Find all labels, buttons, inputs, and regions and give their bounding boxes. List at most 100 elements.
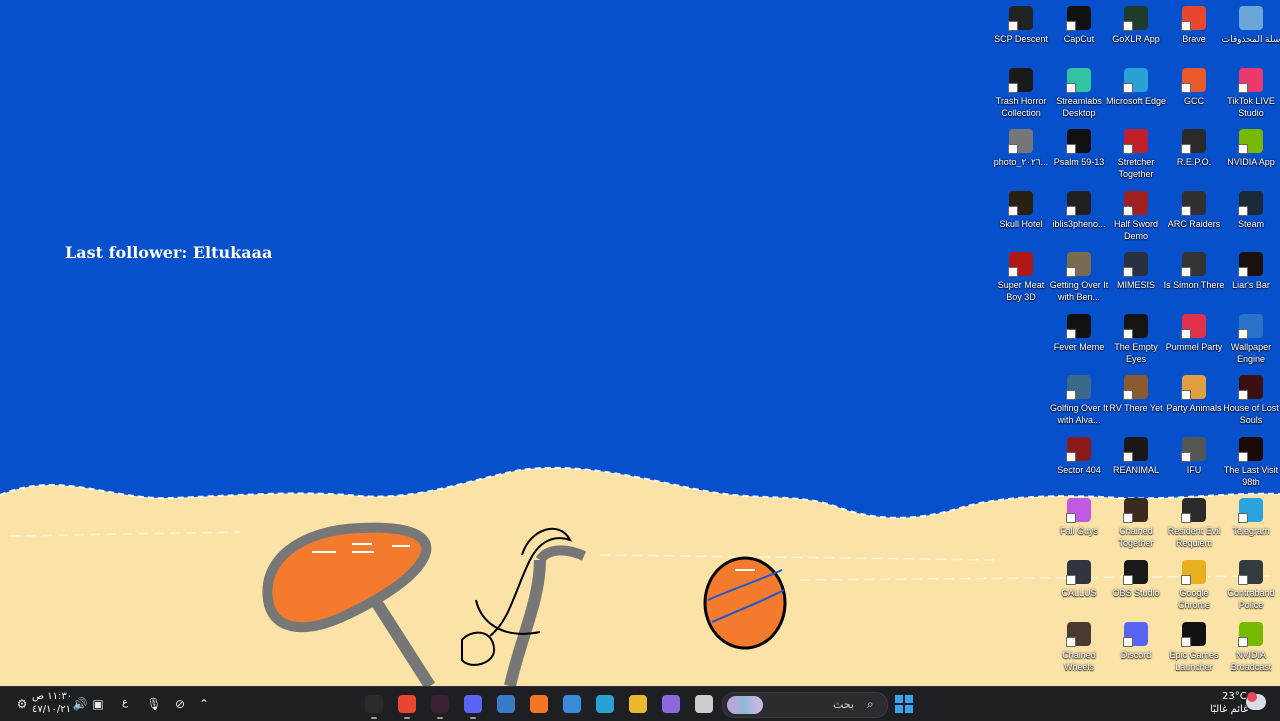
desktop-icon[interactable]: Streamlabs Desktop (1050, 64, 1108, 124)
desktop-icon[interactable]: GoXLR App (1107, 2, 1165, 62)
tiktok-live-icon (1238, 68, 1263, 93)
desktop-icon[interactable]: Contraband Police (1222, 556, 1280, 616)
desktop-icon-label: Telegram (1232, 526, 1270, 536)
desktop-icon-label: House of Lost Souls (1223, 403, 1279, 425)
desktop-icon[interactable]: NVIDIA App (1222, 125, 1280, 185)
brave-taskbar-icon (398, 695, 416, 713)
desktop-icon[interactable]: Half Sword Demo (1107, 187, 1165, 247)
desktop-icon-label: Discord (1120, 650, 1152, 660)
pummel-party-icon (1181, 314, 1206, 339)
taskbar-app-button[interactable] (626, 692, 650, 716)
taskbar-app-button[interactable] (362, 692, 386, 719)
desktop-icon-label: Half Sword Demo (1113, 219, 1158, 241)
microphone-icon[interactable]: 🎙 (146, 696, 162, 712)
desktop-icon[interactable]: REANIMAL (1107, 433, 1165, 493)
desktop-icon[interactable]: Chained Together (1107, 494, 1165, 554)
desktop-icon-label: Is Simon There (1163, 280, 1225, 290)
desktop-icon-label: IFU (1186, 465, 1202, 475)
clock-time[interactable]: ١١:٣٠ ص (32, 691, 72, 702)
network-icon[interactable]: ▣ (90, 696, 106, 712)
desktop-icon[interactable]: Trash Horror Collection (992, 64, 1050, 124)
desktop-icon-label: RV There Yet (1109, 403, 1163, 413)
desktop-icon[interactable]: CapCut (1050, 2, 1108, 62)
desktop-icon[interactable]: Skull Hotel (992, 187, 1050, 247)
is-simon-there-icon (1181, 252, 1206, 277)
taskbar-app-button[interactable] (593, 692, 617, 716)
desktop-icon[interactable]: House of Lost Souls (1222, 371, 1280, 431)
desktop-icon[interactable]: R.E.P.O. (1165, 125, 1223, 185)
taskbar-app-button[interactable] (461, 692, 485, 719)
desktop-icon[interactable]: Super Meat Boy 3D (992, 248, 1050, 308)
desktop-icon[interactable]: Stretcher Together (1107, 125, 1165, 185)
desktop-icon[interactable]: Fever Meme (1050, 310, 1108, 370)
taskbar-app-button[interactable] (527, 692, 551, 716)
start-button[interactable] (892, 692, 916, 716)
clock-date[interactable]: ٤٧/١٠/٢١ (32, 704, 71, 715)
callus-icon (1066, 560, 1091, 585)
desktop-icon[interactable]: Is Simon There (1163, 248, 1225, 308)
desktop-icon[interactable]: Pummel Party (1165, 310, 1223, 370)
desktop-icon[interactable]: Party Animals (1165, 371, 1223, 431)
taskbar-app-button[interactable] (692, 692, 716, 716)
party-animals-icon (1181, 375, 1206, 400)
resident-evil-icon (1181, 498, 1206, 523)
skull-hotel-icon (1008, 191, 1033, 216)
taskbar-app-button[interactable] (494, 692, 518, 716)
language-indicator[interactable]: ع (122, 697, 128, 708)
desktop-icon-label: Contraband Police (1227, 588, 1275, 610)
desktop-icon[interactable]: Wallpaper Engine (1222, 310, 1280, 370)
desktop-icon[interactable]: Psalm 59-13 (1050, 125, 1108, 185)
desktop-icon[interactable]: Epic Games Launcher (1165, 618, 1223, 678)
desktop-icon[interactable]: RV There Yet (1107, 371, 1165, 431)
desktop-icon[interactable]: OBS Studio (1107, 556, 1165, 616)
desktop-icon[interactable]: The Last Visit 98th (1222, 433, 1280, 493)
weather-description[interactable]: غائم غالبًا (1210, 704, 1248, 715)
desktop-icon-grid: سلة المحذوفات Brave GoXLR App CapCut SCP Des… (0, 0, 1280, 686)
desktop-icon-label: Epic Games Launcher (1169, 650, 1219, 672)
desktop-icon[interactable]: photo_٢٠٢٦... (992, 125, 1050, 185)
desktop-icon[interactable]: IFU (1165, 433, 1223, 493)
settings-icon[interactable]: ⚙ (14, 696, 30, 712)
desktop-icon[interactable]: NVIDIA Broadcast (1222, 618, 1280, 678)
desktop-icon[interactable]: CALLUS (1050, 556, 1108, 616)
desktop-icon-label: Golfing Over It with Alva... (1049, 403, 1109, 425)
desktop-icon[interactable]: Chained Wheels (1050, 618, 1108, 678)
desktop-icon[interactable]: Telegram (1222, 494, 1280, 554)
taskbar-app-button[interactable] (659, 692, 683, 716)
desktop-icon[interactable]: MIMESIS (1107, 248, 1165, 308)
desktop-icon[interactable]: Discord (1107, 618, 1165, 678)
edge-taskbar-icon (596, 695, 614, 713)
desktop-icon[interactable]: سلة المحذوفات (1222, 2, 1280, 62)
taskbar-app-button[interactable] (395, 692, 419, 719)
desktop-icon[interactable]: Brave (1165, 2, 1223, 62)
taskbar-app-button[interactable] (560, 692, 584, 716)
weather-temp[interactable]: 23°C (1222, 691, 1247, 702)
desktop-icon[interactable]: ARC Raiders (1165, 187, 1223, 247)
chevron-up-icon[interactable]: ⌃ (196, 696, 212, 712)
house-lost-souls-icon (1238, 375, 1263, 400)
scp-descent-icon (1008, 6, 1033, 31)
search-bar[interactable]: بحث ⌕ (722, 692, 888, 718)
desktop-icon[interactable]: Getting Over It with Ben... (1050, 248, 1108, 308)
desktop-icon-label: Psalm 59-13 (1053, 157, 1105, 167)
eye-hidden-icon[interactable]: ⊘ (172, 696, 188, 712)
desktop-icon[interactable]: The Empty Eyes (1107, 310, 1165, 370)
desktop-icon[interactable]: Resident Evil Requiem (1165, 494, 1223, 554)
steam-icon (1238, 191, 1263, 216)
desktop-icon[interactable]: Golfing Over It with Alva... (1050, 371, 1108, 431)
volume-icon[interactable]: 🔊 (72, 696, 88, 712)
desktop-icon[interactable]: Steam (1222, 187, 1280, 247)
chrome-icon (1181, 560, 1206, 585)
desktop-icon[interactable]: Sector 404 (1050, 433, 1108, 493)
taskbar-app-button[interactable] (428, 692, 452, 719)
desktop-icon[interactable]: iblis3pheno... (1050, 187, 1108, 247)
desktop-icon[interactable]: Microsoft Edge (1106, 64, 1166, 124)
sector-404-icon (1066, 437, 1091, 462)
desktop-icon[interactable]: Fall Guys (1050, 494, 1108, 554)
desktop-icon[interactable]: Google Chrome (1165, 556, 1223, 616)
desktop-icon[interactable]: TikTok LIVE Studio (1222, 64, 1280, 124)
desktop-icon[interactable]: Liar's Bar (1222, 248, 1280, 308)
desktop-icon[interactable]: GCC (1165, 64, 1223, 124)
desktop-icon[interactable]: SCP Descent (992, 2, 1050, 62)
iblis-icon (1066, 191, 1091, 216)
